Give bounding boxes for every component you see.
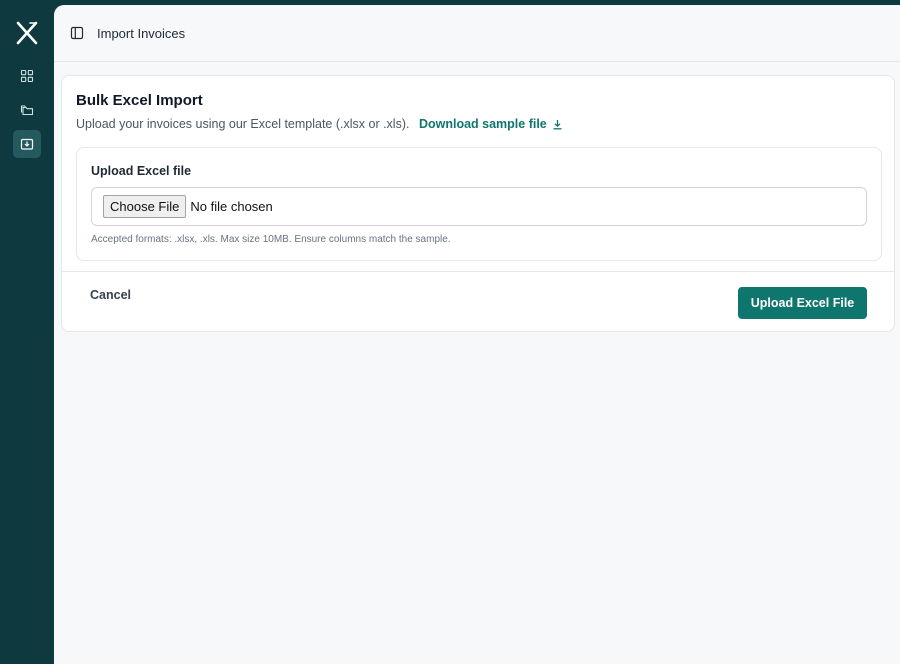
sidebar-item-documents[interactable] <box>13 96 41 124</box>
folders-icon <box>20 105 34 116</box>
top-bar: Import Invoices <box>54 5 900 62</box>
sidebar-item-import[interactable] <box>13 130 41 158</box>
grid-icon <box>20 69 34 83</box>
description-text: Upload your invoices using our Excel tem… <box>76 117 410 131</box>
download-sample-link[interactable]: Download sample file <box>419 117 563 131</box>
download-icon <box>553 119 562 129</box>
sidebar-toggle-icon[interactable] <box>70 26 84 40</box>
choose-file-button[interactable]: Choose File <box>103 195 187 218</box>
sidebar-item-dashboard[interactable] <box>13 62 41 90</box>
file-status: No file chosen <box>190 199 273 214</box>
upload-section: Upload Excel file Choose File No file ch… <box>76 147 882 261</box>
cancel-button[interactable]: Cancel <box>90 288 131 302</box>
help-text: Accepted formats: .xlsx, .xls. Max size … <box>91 234 451 245</box>
card-description: Upload your invoices using our Excel tem… <box>76 117 563 131</box>
breadcrumb: Import Invoices <box>97 25 186 41</box>
bulk-import-card: Bulk Excel Import Upload your invoices u… <box>61 75 895 332</box>
card-title: Bulk Excel Import <box>76 92 203 109</box>
upload-label: Upload Excel file <box>91 164 192 178</box>
divider <box>62 271 894 272</box>
main-panel: Import Invoices Bulk Excel Import Upload… <box>54 5 900 664</box>
upload-excel-button[interactable]: Upload Excel File <box>738 287 867 319</box>
file-input[interactable]: Choose File No file chosen <box>91 187 867 226</box>
inbox-download-icon <box>20 138 34 150</box>
download-sample-label: Download sample file <box>418 117 547 131</box>
sidebar <box>0 0 54 664</box>
x-logo-icon[interactable] <box>15 20 39 46</box>
